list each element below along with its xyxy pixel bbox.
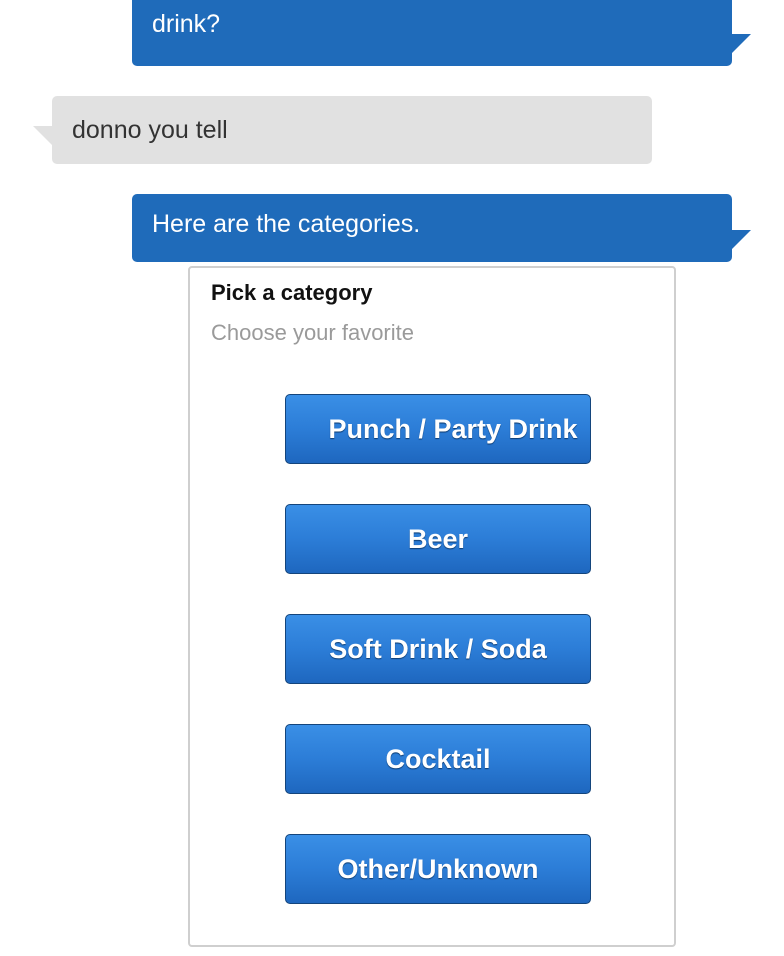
message-text: Here are the categories. xyxy=(152,210,421,238)
message-text: drink? xyxy=(152,10,221,38)
category-button-cocktail[interactable]: Cocktail xyxy=(285,724,591,794)
message-text: donno you tell xyxy=(72,116,228,144)
bot-message-tail xyxy=(731,230,751,250)
bot-message-tail xyxy=(731,34,751,54)
card-title: Pick a category xyxy=(211,280,373,305)
category-button-punch[interactable]: Punch / Party Drink xyxy=(285,394,591,464)
category-button-other[interactable]: Other/Unknown xyxy=(285,834,591,904)
bot-message: drink? xyxy=(132,0,732,66)
category-button-beer[interactable]: Beer xyxy=(285,504,591,574)
user-message: donno you tell xyxy=(52,96,652,164)
user-message-tail xyxy=(33,126,53,146)
category-picker-card: Pick a category Choose your favorite Pun… xyxy=(188,266,676,947)
bot-message: Here are the categories. xyxy=(132,194,732,262)
card-subtitle: Choose your favorite xyxy=(211,320,414,345)
category-button-soft-drink[interactable]: Soft Drink / Soda xyxy=(285,614,591,684)
chat-transcript: drink? donno you tell Here are the categ… xyxy=(0,0,784,956)
